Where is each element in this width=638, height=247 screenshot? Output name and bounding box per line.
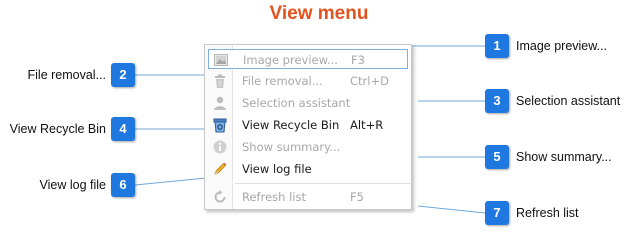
callout-badge-4: 4 [111,117,135,141]
callout-badge-7: 7 [485,201,509,225]
connector-line-7 [417,205,486,214]
menu-item-label: View Recycle Bin [242,118,340,132]
menu-item-label: Selection assistant [242,96,351,110]
callout-label-4: View Recycle Bin [9,122,106,136]
callout-label-6: View log file [39,178,106,192]
callout-label-1: Image preview... [516,39,608,53]
callout-label-7: Refresh list [516,206,579,220]
refresh-icon [212,189,228,205]
pencil-icon [212,161,228,177]
callout-badge-6: 6 [111,173,135,197]
menu-separator [235,183,411,184]
callout-label-3: Selection assistant [516,94,621,108]
menu-item-shortcut: F3 [351,53,365,67]
callout-label-2: File removal... [27,68,107,82]
view-menu-popup: Image preview... F3 File removal... Ctrl… [204,44,412,210]
menu-item-label: Image preview... [243,53,338,67]
menu-item-view-recycle-bin[interactable]: View Recycle Bin Alt+R [208,115,408,135]
image-preview-icon [213,52,229,68]
callout-badge-1: 1 [485,34,509,58]
menu-item-label: Show summary... [242,140,341,154]
menu-item-refresh-list[interactable]: Refresh list F5 [208,187,408,207]
menu-item-shortcut: F5 [350,190,364,204]
menu-item-selection-assistant[interactable]: Selection assistant [208,93,408,113]
callout-badge-3: 3 [485,89,509,113]
connector-line-6 [134,177,207,186]
info-icon [212,139,228,155]
recycle-bin-icon [212,117,228,133]
menu-item-shortcut: Ctrl+D [350,74,389,88]
menu-item-image-preview[interactable]: Image preview... F3 [208,49,408,69]
menu-item-show-summary[interactable]: Show summary... [208,137,408,157]
trash-icon [212,73,228,89]
menu-item-shortcut: Alt+R [350,118,384,132]
menu-item-file-removal[interactable]: File removal... Ctrl+D [208,71,408,91]
callout-badge-5: 5 [485,145,509,169]
menu-item-label: Refresh list [242,190,306,204]
menu-item-view-log-file[interactable]: View log file [208,159,408,179]
help-figure: View menu Image preview... F3 File remov… [0,0,638,247]
user-icon [212,95,228,111]
menu-item-label: File removal... [242,74,323,88]
menu-item-label: View log file [242,162,312,176]
callout-label-5: Show summary... [516,150,612,164]
callout-badge-2: 2 [111,63,135,87]
